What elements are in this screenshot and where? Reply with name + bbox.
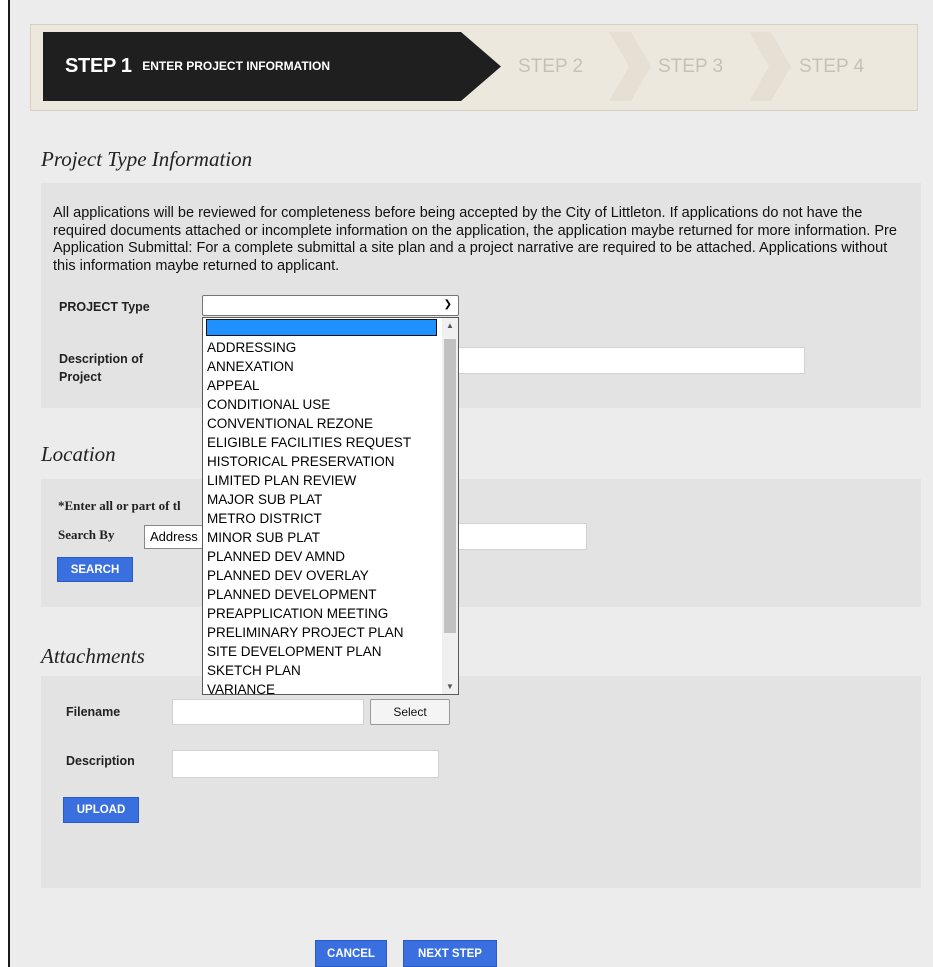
- project-description-input[interactable]: [430, 347, 805, 374]
- upload-button[interactable]: UPLOAD: [63, 797, 139, 823]
- intro-text: All applications will be reviewed for co…: [53, 205, 897, 274]
- cancel-button[interactable]: CANCEL: [315, 940, 387, 967]
- scrollbar-thumb[interactable]: [444, 339, 456, 633]
- filename-input[interactable]: [172, 699, 364, 725]
- chevron-divider-icon: [609, 32, 651, 101]
- dropdown-option-blank-selected[interactable]: [206, 319, 437, 336]
- dropdown-option[interactable]: CONDITIONAL USE: [207, 395, 442, 414]
- dropdown-option[interactable]: ELIGIBLE FACILITIES REQUEST: [207, 433, 442, 452]
- location-instruction: *Enter all or part of tl: [58, 498, 181, 513]
- search-by-select[interactable]: Address: [144, 525, 204, 549]
- step-1-number: STEP 1: [65, 55, 132, 77]
- dropdown-option[interactable]: MINOR SUB PLAT: [207, 528, 442, 547]
- next-step-button[interactable]: NEXT STEP: [403, 940, 497, 967]
- project-type-select[interactable]: ❯: [202, 295, 459, 316]
- dropdown-option[interactable]: APPEAL: [207, 376, 442, 395]
- description-of-project-label: Description of Project: [59, 350, 143, 386]
- description-label-line2: Project: [59, 370, 102, 384]
- project-type-heading: Project Type Information: [41, 147, 253, 171]
- dropdown-option[interactable]: ADDRESSING: [207, 338, 442, 357]
- location-heading: Location: [41, 442, 116, 466]
- scroll-down-icon[interactable]: ▼: [446, 682, 454, 691]
- search-button[interactable]: SEARCH: [57, 557, 133, 582]
- step-1-label: STEP 1 ENTER PROJECT INFORMATION: [65, 55, 330, 78]
- project-type-dropdown-list[interactable]: ADDRESSING ANNEXATION APPEAL CONDITIONAL US…: [202, 317, 459, 695]
- filename-label: Filename: [66, 705, 121, 719]
- chevron-down-icon: ❯: [443, 299, 452, 310]
- dropdown-scrollbar[interactable]: ▲ ▼: [442, 318, 458, 694]
- select-file-button[interactable]: Select: [370, 699, 450, 725]
- step-bar: STEP 1 ENTER PROJECT INFORMATION STEP 2 …: [43, 32, 901, 101]
- step-1-title: ENTER PROJECT INFORMATION: [142, 59, 330, 73]
- dropdown-option[interactable]: MAJOR SUB PLAT: [207, 490, 442, 509]
- dropdown-option[interactable]: SITE DEVELOPMENT PLAN: [207, 642, 442, 661]
- dropdown-option[interactable]: PLANNED DEV OVERLAY: [207, 566, 442, 585]
- dropdown-option[interactable]: PRELIMINARY PROJECT PLAN: [207, 623, 442, 642]
- description-label-line1: Description of: [59, 352, 144, 366]
- attachment-description-input[interactable]: [172, 750, 439, 778]
- dropdown-option[interactable]: CONVENTIONAL REZONE: [207, 414, 442, 433]
- dropdown-option[interactable]: SKETCH PLAN: [207, 661, 442, 680]
- chevron-divider-icon: [749, 32, 791, 101]
- dropdown-option[interactable]: VARIANCE: [207, 680, 442, 694]
- step-4: STEP 4: [799, 55, 865, 77]
- wizard-stepper: STEP 1 ENTER PROJECT INFORMATION STEP 2 …: [30, 24, 918, 111]
- attachments-heading: Attachments: [41, 644, 145, 668]
- dropdown-option[interactable]: PLANNED DEVELOPMENT: [207, 585, 442, 604]
- dropdown-option[interactable]: ANNEXATION: [207, 357, 442, 376]
- dropdown-option[interactable]: PREAPPLICATION MEETING: [207, 604, 442, 623]
- project-type-label: PROJECT Type: [59, 300, 150, 314]
- search-by-label: Search By: [58, 527, 115, 542]
- dropdown-options: ADDRESSING ANNEXATION APPEAL CONDITIONAL US…: [207, 338, 442, 694]
- scroll-up-icon[interactable]: ▲: [446, 321, 454, 330]
- dropdown-option[interactable]: HISTORICAL PRESERVATION: [207, 452, 442, 471]
- dropdown-option[interactable]: LIMITED PLAN REVIEW: [207, 471, 442, 490]
- dropdown-option[interactable]: PLANNED DEV AMND: [207, 547, 442, 566]
- step-2: STEP 2: [518, 55, 584, 77]
- dropdown-option[interactable]: METRO DISTRICT: [207, 509, 442, 528]
- step-3: STEP 3: [658, 55, 724, 77]
- attachment-description-label: Description: [66, 754, 135, 768]
